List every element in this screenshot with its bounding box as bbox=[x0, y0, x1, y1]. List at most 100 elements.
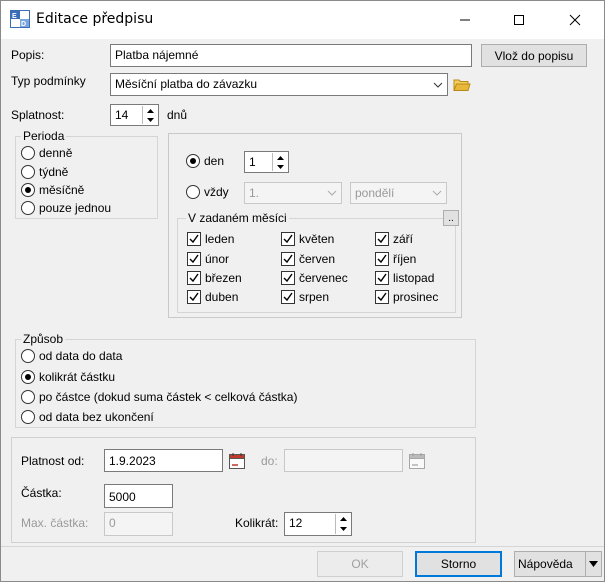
vzdy-order-select[interactable]: 1. bbox=[244, 182, 342, 204]
spin-up-icon[interactable] bbox=[336, 514, 350, 524]
svg-text:D: D bbox=[21, 21, 26, 28]
zpusob-option-kolikrat-castku[interactable]: kolikrát částku bbox=[21, 370, 115, 384]
typ-podminky-value: Měsíční platba do závazku bbox=[115, 77, 258, 91]
den-spinner[interactable] bbox=[272, 153, 287, 171]
max-castka-input[interactable]: 0 bbox=[104, 512, 173, 536]
month-checkbox-cerven[interactable]: červen bbox=[281, 252, 335, 266]
splatnost-unit: dnů bbox=[167, 108, 188, 122]
ok-button[interactable]: OK bbox=[317, 551, 403, 577]
max-castka-label: Max. částka: bbox=[21, 516, 89, 530]
weekday-value: pondělí bbox=[355, 186, 395, 200]
dialog-window: E D Editace předpisu Popis: Platba nájem… bbox=[0, 0, 605, 582]
typ-podminky-label: Typ podmínky bbox=[11, 74, 86, 88]
vzdy-order-value: 1. bbox=[249, 186, 260, 200]
splatnost-spinner[interactable] bbox=[142, 106, 157, 124]
month-checkbox-brezen[interactable]: březen bbox=[187, 271, 242, 285]
castka-input[interactable]: 5000 bbox=[104, 484, 173, 508]
zpusob-option-od-data-do-data[interactable]: od data do data bbox=[21, 349, 122, 363]
spin-up-icon[interactable] bbox=[143, 106, 157, 115]
month-label: leden bbox=[205, 232, 235, 246]
month-label: září bbox=[393, 232, 414, 246]
month-label: říjen bbox=[393, 252, 417, 266]
perioda-option-denne[interactable]: denně bbox=[21, 146, 72, 160]
checkbox-checked-icon bbox=[375, 290, 389, 304]
storno-button[interactable]: Storno bbox=[415, 551, 502, 577]
perioda-option-label: měsíčně bbox=[39, 183, 85, 197]
month-checkbox-zari[interactable]: září bbox=[375, 232, 413, 246]
radio-icon bbox=[21, 390, 35, 404]
platnost-do-calendar-button[interactable] bbox=[406, 450, 428, 472]
zpusob-option-od-data-bez-ukonceni[interactable]: od data bez ukončení bbox=[21, 410, 154, 424]
months-more-button[interactable]: .. bbox=[443, 210, 459, 226]
kolikrat-label: Kolikrát: bbox=[235, 516, 279, 530]
month-checkbox-rijen[interactable]: říjen bbox=[375, 252, 416, 266]
den-value: 1 bbox=[249, 155, 256, 169]
minimize-button[interactable] bbox=[442, 1, 488, 39]
month-checkbox-srpen[interactable]: srpen bbox=[281, 290, 329, 304]
folder-icon bbox=[453, 79, 471, 91]
window-title: Editace předpisu bbox=[36, 11, 154, 27]
zpusob-option-label: od data do data bbox=[39, 349, 123, 363]
kolikrat-spinner[interactable] bbox=[335, 514, 350, 534]
month-checkbox-duben[interactable]: duben bbox=[187, 290, 238, 304]
vzdy-label: vždy bbox=[204, 185, 229, 199]
checkbox-checked-icon bbox=[375, 232, 389, 246]
checkbox-checked-icon bbox=[187, 252, 201, 266]
splatnost-input[interactable]: 14 bbox=[110, 104, 159, 126]
month-checkbox-prosinec[interactable]: prosinec bbox=[375, 290, 438, 304]
perioda-option-tydne[interactable]: týdně bbox=[21, 165, 68, 179]
radio-icon bbox=[21, 349, 35, 363]
zpusob-option-label: kolikrát částku bbox=[39, 370, 116, 384]
radio-selected-icon bbox=[21, 183, 35, 197]
radio-icon bbox=[21, 165, 35, 179]
popis-input[interactable]: Platba nájemné bbox=[110, 44, 472, 67]
do-label: do: bbox=[261, 454, 278, 468]
spin-down-icon[interactable] bbox=[143, 115, 157, 124]
vzdy-radio[interactable]: vždy bbox=[186, 185, 229, 199]
month-label: srpen bbox=[299, 290, 330, 304]
perioda-option-mesicne[interactable]: měsíčně bbox=[21, 183, 84, 197]
calendar-icon bbox=[409, 453, 425, 469]
month-checkbox-leden[interactable]: leden bbox=[187, 232, 234, 246]
minimize-icon bbox=[460, 19, 470, 21]
napoveda-button[interactable]: Nápověda bbox=[514, 551, 602, 577]
month-checkbox-listopad[interactable]: listopad bbox=[375, 271, 434, 285]
platnost-od-input[interactable]: 1.9.2023 bbox=[104, 449, 223, 472]
den-radio[interactable]: den bbox=[186, 154, 224, 168]
svg-text:E: E bbox=[12, 13, 17, 20]
checkbox-checked-icon bbox=[187, 271, 201, 285]
month-checkbox-cervenec[interactable]: červenec bbox=[281, 271, 348, 285]
month-checkbox-kveten[interactable]: květen bbox=[281, 232, 334, 246]
den-input[interactable]: 1 bbox=[244, 151, 289, 173]
footer-separator bbox=[1, 546, 604, 547]
perioda-option-pouze-jednou[interactable]: pouze jednou bbox=[21, 201, 111, 215]
month-label: březen bbox=[205, 271, 242, 285]
month-label: květen bbox=[299, 232, 335, 246]
month-label: červen bbox=[299, 252, 336, 266]
month-label: prosinec bbox=[393, 290, 439, 304]
folder-button[interactable] bbox=[451, 74, 473, 96]
platnost-od-calendar-button[interactable] bbox=[226, 450, 248, 472]
close-button[interactable] bbox=[552, 1, 598, 39]
maximize-button[interactable] bbox=[496, 1, 542, 39]
title-bar: E D Editace předpisu bbox=[1, 1, 604, 39]
napoveda-dropdown-arrow[interactable] bbox=[585, 552, 601, 576]
platnost-do-input[interactable] bbox=[284, 449, 403, 472]
kolikrat-input[interactable]: 12 bbox=[284, 512, 352, 536]
maximize-icon bbox=[514, 15, 524, 25]
spin-up-icon[interactable] bbox=[273, 153, 287, 162]
month-checkbox-unor[interactable]: únor bbox=[187, 252, 229, 266]
splatnost-label: Splatnost: bbox=[11, 108, 65, 122]
vloz-do-popisu-button[interactable]: Vlož do popisu bbox=[481, 44, 587, 67]
splatnost-value: 14 bbox=[115, 108, 129, 122]
weekday-select[interactable]: pondělí bbox=[350, 182, 447, 204]
calendar-icon bbox=[229, 453, 245, 469]
perioda-title: Perioda bbox=[21, 129, 67, 143]
zpusob-option-po-castce[interactable]: po částce (dokud suma částek < celková č… bbox=[21, 390, 297, 404]
typ-podminky-select[interactable]: Měsíční platba do závazku bbox=[110, 73, 448, 96]
chevron-down-icon bbox=[429, 74, 447, 95]
spin-down-icon[interactable] bbox=[273, 162, 287, 171]
app-document-icon: E D bbox=[10, 10, 30, 28]
spin-down-icon[interactable] bbox=[336, 524, 350, 534]
radio-icon bbox=[186, 185, 200, 199]
